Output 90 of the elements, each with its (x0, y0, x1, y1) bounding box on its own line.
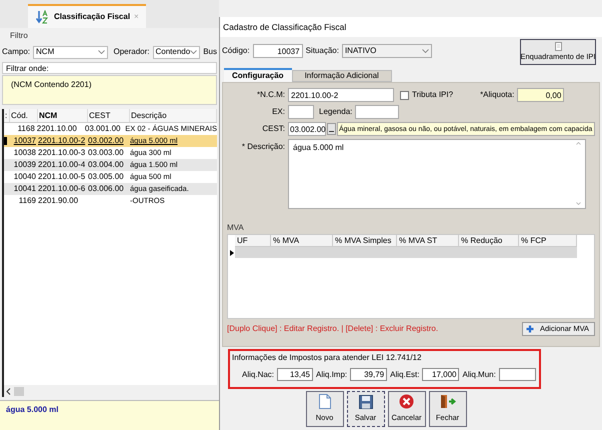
code-field[interactable]: 10037 (252, 44, 303, 58)
tab[interactable]: Informação Adicional (292, 70, 392, 82)
tab-title: Classificação Fiscal (54, 11, 130, 23)
operator-combo[interactable]: Contendo (152, 46, 200, 58)
column-header[interactable]: % MVA Simples (333, 235, 397, 247)
scroll-down-icon[interactable] (576, 202, 581, 205)
field-label: Aliq.Nac: (242, 368, 274, 380)
column-header[interactable]: % FCP (519, 235, 577, 247)
scroll-up-icon[interactable] (576, 142, 581, 145)
document-icon (554, 42, 562, 51)
field-label: Campo: (2, 46, 30, 58)
rate-field[interactable] (498, 368, 536, 381)
table-cell-text: 2201.10.00-6 (38, 183, 86, 195)
table-cell: 03.004.00 (88, 160, 124, 169)
legend-field[interactable] (355, 105, 400, 119)
table-cell-text: 2201.10.00 (36, 123, 78, 135)
search-label: Bus (203, 46, 217, 58)
table-cell-text: 1168 (16, 123, 36, 135)
table-cell: 03.002.00 (88, 136, 124, 145)
document-icon (318, 394, 330, 410)
mva-title: MVA (227, 222, 245, 234)
ncm-field[interactable]: 2201.10.00-2 (288, 88, 394, 102)
field-label: Legenda: (319, 106, 352, 118)
scroll-left-icon[interactable] (6, 388, 11, 394)
dropdown-caret-icon (98, 50, 106, 54)
filter-expression: (NCM Contendo 2201) (2, 75, 217, 105)
table-cell-text: 2201.10.00-3 (38, 147, 86, 159)
cest-field[interactable]: 03.002.00 (288, 122, 326, 136)
exit-door-icon (440, 394, 456, 410)
description-textarea[interactable]: água 5.000 ml (288, 139, 586, 209)
table-cell: 03.006.00 (88, 184, 124, 193)
table-cell: 03.001.00 (84, 124, 120, 133)
filter-title: Filtro (9, 30, 29, 42)
table-cell-text: 2201.10.00-4 (38, 159, 86, 171)
row-indicator-icon (4, 137, 7, 145)
table-cell-text: 2201.10.00-2 (38, 135, 86, 147)
field-label: *N.C.M: (256, 89, 285, 101)
rate-field[interactable]: 13,45 (277, 368, 314, 381)
table-cell-text: 2201.10.00-5 (38, 171, 86, 183)
code-label: Código: (222, 45, 250, 57)
column-header[interactable]: Descrição (130, 109, 217, 122)
tax-info-title: Informações de Impostos para atender LEI 12.741/12 (232, 352, 422, 364)
tab[interactable]: Configuração (224, 68, 292, 82)
column-header[interactable]: : (4, 109, 10, 122)
field-label: CEST: (261, 123, 285, 135)
field-combo[interactable]: NCM (33, 46, 108, 58)
dropdown-caret-icon (422, 49, 429, 53)
dropdown-caret-icon (190, 50, 198, 54)
status-label: Situação: (306, 45, 339, 57)
table-cell-text: 1169 (18, 195, 37, 207)
table-cell-text: 10040 (12, 171, 37, 183)
rate-field[interactable]: 17,000 (422, 368, 460, 381)
operator-label: Operador: (113, 46, 150, 58)
checkbox[interactable] (400, 90, 409, 100)
description-footer: água 5.000 ml (0, 400, 219, 430)
column-header[interactable]: CEST (88, 109, 130, 122)
dialog-title: Cadastro de Classificação Fiscal (220, 17, 602, 37)
table-cell: 03.005.00 (88, 172, 124, 181)
checkbox-label: Tributa IPI? (412, 89, 454, 101)
field-label: Aliq.Mun: (462, 368, 496, 380)
sort-az-icon (36, 10, 50, 24)
rate-field[interactable]: 0,00 (517, 88, 564, 102)
table-cell-text: 10037 (12, 135, 37, 147)
field-label: * Descrição: (240, 141, 285, 153)
plus-icon (526, 325, 534, 333)
field-label: Aliq.Est: (390, 368, 420, 380)
grid-hint: [Duplo Clique] : Editar Registro. | [Delete] : Excluir Registro. (227, 323, 438, 335)
rate-field[interactable]: 39,79 (350, 368, 388, 381)
column-header[interactable]: % MVA ST (397, 235, 459, 247)
table-cell-text: 2201.90.00 (38, 195, 80, 207)
column-header[interactable]: % Redução (459, 235, 519, 247)
cancel-icon (399, 394, 414, 410)
document-tab[interactable]: Classificação Fiscal × (28, 4, 146, 28)
status-combo[interactable]: INATIVO (342, 44, 432, 58)
field-label: Aliq.Imp: (316, 368, 348, 380)
filter-where-label: Filtrar onde: (2, 62, 217, 74)
ex-field[interactable] (288, 105, 314, 119)
horizontal-scrollbar[interactable] (4, 385, 217, 397)
column-header[interactable]: UF (235, 235, 271, 247)
table-cell-text: 10041 (12, 183, 37, 195)
scroll-thumb[interactable] (14, 386, 24, 396)
column-header[interactable]: NCM (38, 109, 88, 122)
column-header[interactable]: % MVA (271, 235, 333, 247)
field-label: *Aliquota: (480, 89, 514, 101)
lookup-button[interactable] (327, 123, 336, 135)
table-cell: 03.003.00 (88, 148, 124, 157)
column-header[interactable]: Cód. (10, 109, 38, 122)
table-cell-text: 10038 (12, 147, 37, 159)
field-label: EX: (271, 106, 285, 118)
table-cell-text: 10039 (12, 159, 37, 171)
